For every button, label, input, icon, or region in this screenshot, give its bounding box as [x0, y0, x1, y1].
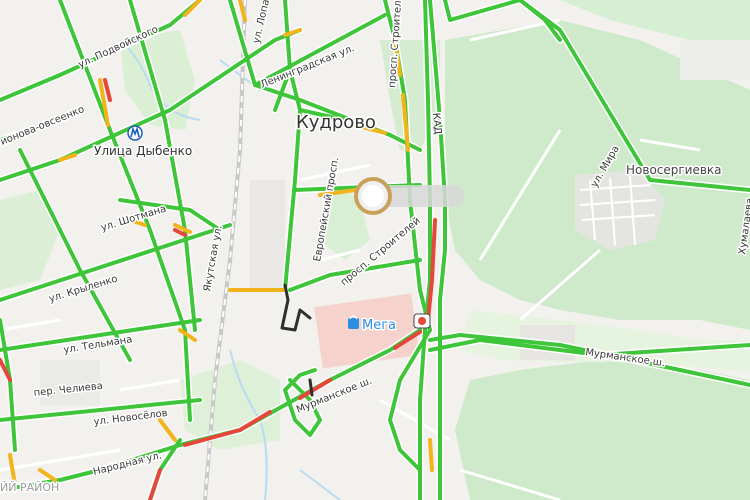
traffic-camera[interactable] — [413, 313, 431, 329]
metro-station[interactable] — [127, 125, 143, 141]
block-1 — [250, 180, 285, 290]
block-4 — [680, 40, 750, 80]
map-canvas[interactable]: Кудрово Новосергиевка Улица Дыбенко Мега… — [0, 0, 750, 500]
marker-tail — [380, 185, 465, 207]
mega-label: Мега — [362, 318, 396, 333]
kad-label: КАД — [430, 112, 443, 135]
settlement-label: Новосергиевка — [626, 163, 722, 177]
mega-bag-icon[interactable] — [348, 318, 359, 329]
route-segment-1 — [280, 283, 312, 332]
map-layer: Кудрово Новосергиевка Улица Дыбенко Мега… — [0, 0, 750, 500]
traffic-camera-icon[interactable] — [418, 317, 426, 325]
metro-station-label: Улица Дыбенко — [94, 144, 192, 158]
road-evropeyskiy — [283, 0, 302, 292]
street-ivanova-ovseenko: ионова-овсеенко — [0, 104, 86, 148]
street-leningradskaya: Ленинградская ул. — [259, 43, 356, 91]
route-segment-2 — [308, 378, 314, 397]
area-label-bottom-left: ЙЙ РАЙОН — [0, 481, 59, 494]
district-label: Кудрово — [296, 112, 376, 133]
stream-east — [299, 469, 341, 500]
street-shotmana: ул. Шотмана — [100, 204, 168, 234]
